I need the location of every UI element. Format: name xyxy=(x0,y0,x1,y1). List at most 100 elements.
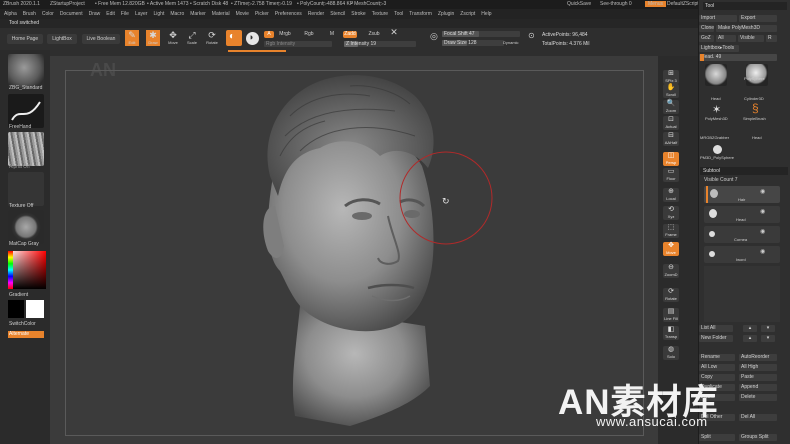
move-down-icon[interactable]: ▾ xyxy=(761,325,775,332)
zsub-button[interactable]: Zsub xyxy=(367,31,381,38)
stroke-thumbnail[interactable] xyxy=(8,94,44,128)
tool-thumb-polysphere[interactable] xyxy=(746,64,768,86)
menu-item-edit[interactable]: Edit xyxy=(106,11,115,17)
menu-item-render[interactable]: Render xyxy=(308,11,324,17)
eye-icon[interactable]: ◉ xyxy=(760,208,765,215)
close-toolbar-icon[interactable]: ✕ xyxy=(388,27,400,37)
menu-item-document[interactable]: Document xyxy=(60,11,83,17)
menu-item-alpha[interactable]: Alpha xyxy=(4,11,17,17)
shelf-button-zoomd[interactable]: ⊖ ZoomD xyxy=(663,264,679,278)
shelf-button-solo[interactable]: ◍ Solo xyxy=(663,346,679,360)
goz-r-button[interactable]: R xyxy=(766,35,777,42)
pm3d-polysphere-icon[interactable] xyxy=(713,145,722,154)
shelf-button-line-fill[interactable]: ▤ Line Fill xyxy=(663,308,679,322)
shelf-button-aahalf[interactable]: ⊟ AAHalf xyxy=(663,132,679,146)
simplebrush-icon[interactable]: § xyxy=(752,101,759,115)
menu-item-movie[interactable]: Movie xyxy=(236,11,249,17)
subtool-head[interactable]: Head ◉ xyxy=(704,206,780,223)
focal-shift-slider[interactable]: Focal Shift 47 xyxy=(442,31,520,37)
menu-item-stroke[interactable]: Stroke xyxy=(351,11,365,17)
hue-strip[interactable] xyxy=(8,251,13,289)
gradient-label[interactable]: Gradient xyxy=(9,292,28,298)
default-zscript-button[interactable]: DefaultZScript xyxy=(667,1,699,7)
menu-item-picker[interactable]: Picker xyxy=(255,11,269,17)
scale-button[interactable]: ⤢ Scale xyxy=(185,30,199,46)
del-all-button[interactable]: Del All xyxy=(739,414,777,421)
tool-menu-header[interactable]: Tool xyxy=(703,2,787,10)
color-picker[interactable] xyxy=(8,251,46,289)
eye-icon[interactable]: ◉ xyxy=(760,228,765,235)
shelf-button-transp[interactable]: ◧ Transp xyxy=(663,326,679,340)
menu-item-help[interactable]: Help xyxy=(481,11,491,17)
material-thumbnail[interactable] xyxy=(8,210,44,244)
menu-item-preferences[interactable]: Preferences xyxy=(275,11,302,17)
shelf-button-move[interactable]: ✥ Move xyxy=(663,242,679,256)
subtool-header[interactable]: Subtool xyxy=(700,167,788,175)
rotate-button[interactable]: ⟳ Rotate xyxy=(205,30,219,46)
eye-icon[interactable]: ◉ xyxy=(760,248,765,255)
shelf-button-actual[interactable]: ⊡ Actual xyxy=(663,116,679,130)
shelf-button-frame[interactable]: ⬚ Frame xyxy=(663,224,679,238)
shelf-button-xyz[interactable]: ⟲ Xyz xyxy=(663,206,679,220)
new-folder-button[interactable]: New Folder xyxy=(699,335,733,342)
menu-item-texture[interactable]: Texture xyxy=(372,11,388,17)
shelf-button-persp[interactable]: ◫ Persp xyxy=(663,152,679,166)
paste-button[interactable]: Paste xyxy=(739,374,777,381)
make-polymesh-button[interactable]: Make PolyMesh3D xyxy=(716,25,777,32)
import-button[interactable]: Import xyxy=(699,15,737,22)
mrgb-button[interactable]: Mrgb xyxy=(276,31,294,38)
export-button[interactable]: Export xyxy=(739,15,777,22)
live-boolean-button[interactable]: Live Boolean xyxy=(82,34,120,44)
current-tool-slider[interactable]: Head. 49 xyxy=(699,54,777,61)
subtool-cornea[interactable]: Cornea ◉ xyxy=(704,226,780,243)
eye-icon[interactable]: ◉ xyxy=(760,188,765,195)
menu-item-macro[interactable]: Macro xyxy=(170,11,184,17)
folder-down-icon[interactable]: ▾ xyxy=(761,335,775,342)
rgb-button[interactable]: Rgb xyxy=(302,31,316,38)
menu-item-marker[interactable]: Marker xyxy=(190,11,206,17)
menu-item-zplugin[interactable]: Zplugin xyxy=(438,11,454,17)
move-up-icon[interactable]: ▴ xyxy=(743,325,757,332)
secondary-color-swatch[interactable] xyxy=(26,300,44,318)
list-all-button[interactable]: List All xyxy=(699,325,733,332)
menu-item-tool[interactable]: Tool xyxy=(394,11,403,17)
home-page-button[interactable]: Home Page xyxy=(7,34,43,44)
menu-item-stencil[interactable]: Stencil xyxy=(330,11,345,17)
menu-item-brush[interactable]: Brush xyxy=(23,11,36,17)
menu-item-transform[interactable]: Transform xyxy=(409,11,432,17)
shelf-button-local[interactable]: ⊕ Local xyxy=(663,188,679,202)
sculptris-pro-button[interactable]: ◐ xyxy=(226,30,242,46)
autoreorder-button[interactable]: AutoReorder xyxy=(739,354,777,361)
menu-item-zscript[interactable]: Zscript xyxy=(460,11,475,17)
goz-button[interactable]: GoZ xyxy=(699,35,714,42)
menus-button[interactable]: Menus xyxy=(645,1,667,7)
tool-thumb-head[interactable] xyxy=(705,64,727,86)
folder-up-icon[interactable]: ▴ xyxy=(743,335,757,342)
menu-item-draw[interactable]: Draw xyxy=(89,11,101,17)
clone-button[interactable]: Clone xyxy=(699,25,714,32)
texture-thumbnail[interactable] xyxy=(8,172,44,206)
groups-split-button[interactable]: Groups Split xyxy=(739,434,777,441)
alternate-button[interactable]: Alternate xyxy=(8,331,44,338)
lightbox-button[interactable]: LightBox xyxy=(47,34,77,44)
primary-color-swatch[interactable] xyxy=(8,300,24,318)
draw-button[interactable]: ✱ Draw xyxy=(146,30,160,46)
zadd-button[interactable]: Zadd xyxy=(343,31,357,38)
shelf-button-zoom[interactable]: 🔍 Zoom xyxy=(663,100,679,114)
z-intensity-slider[interactable]: Z Intensity 19 xyxy=(344,41,416,47)
quicksave-button[interactable]: QuickSave xyxy=(567,1,591,7)
all-low-button[interactable]: All Low xyxy=(699,364,735,371)
delete-button[interactable]: Delete xyxy=(739,394,777,401)
a-mode-button[interactable]: A xyxy=(264,31,274,38)
see-through-slider[interactable]: See-through 0 xyxy=(600,1,632,7)
menu-item-layer[interactable]: Layer xyxy=(135,11,148,17)
goz-all-button[interactable]: All xyxy=(716,35,736,42)
menu-item-material[interactable]: Material xyxy=(212,11,230,17)
draw-size-slider[interactable]: Draw Size 128 xyxy=(442,40,504,46)
m-button[interactable]: M xyxy=(328,31,336,38)
switch-color-button[interactable]: SwitchColor xyxy=(9,321,36,327)
all-high-button[interactable]: All High xyxy=(739,364,777,371)
alpha-thumbnail[interactable] xyxy=(8,132,44,166)
shelf-button-scroll[interactable]: ✋ Scroll xyxy=(663,84,679,98)
lightbox-tools-button[interactable]: Lightbox▸Tools xyxy=(699,45,739,52)
